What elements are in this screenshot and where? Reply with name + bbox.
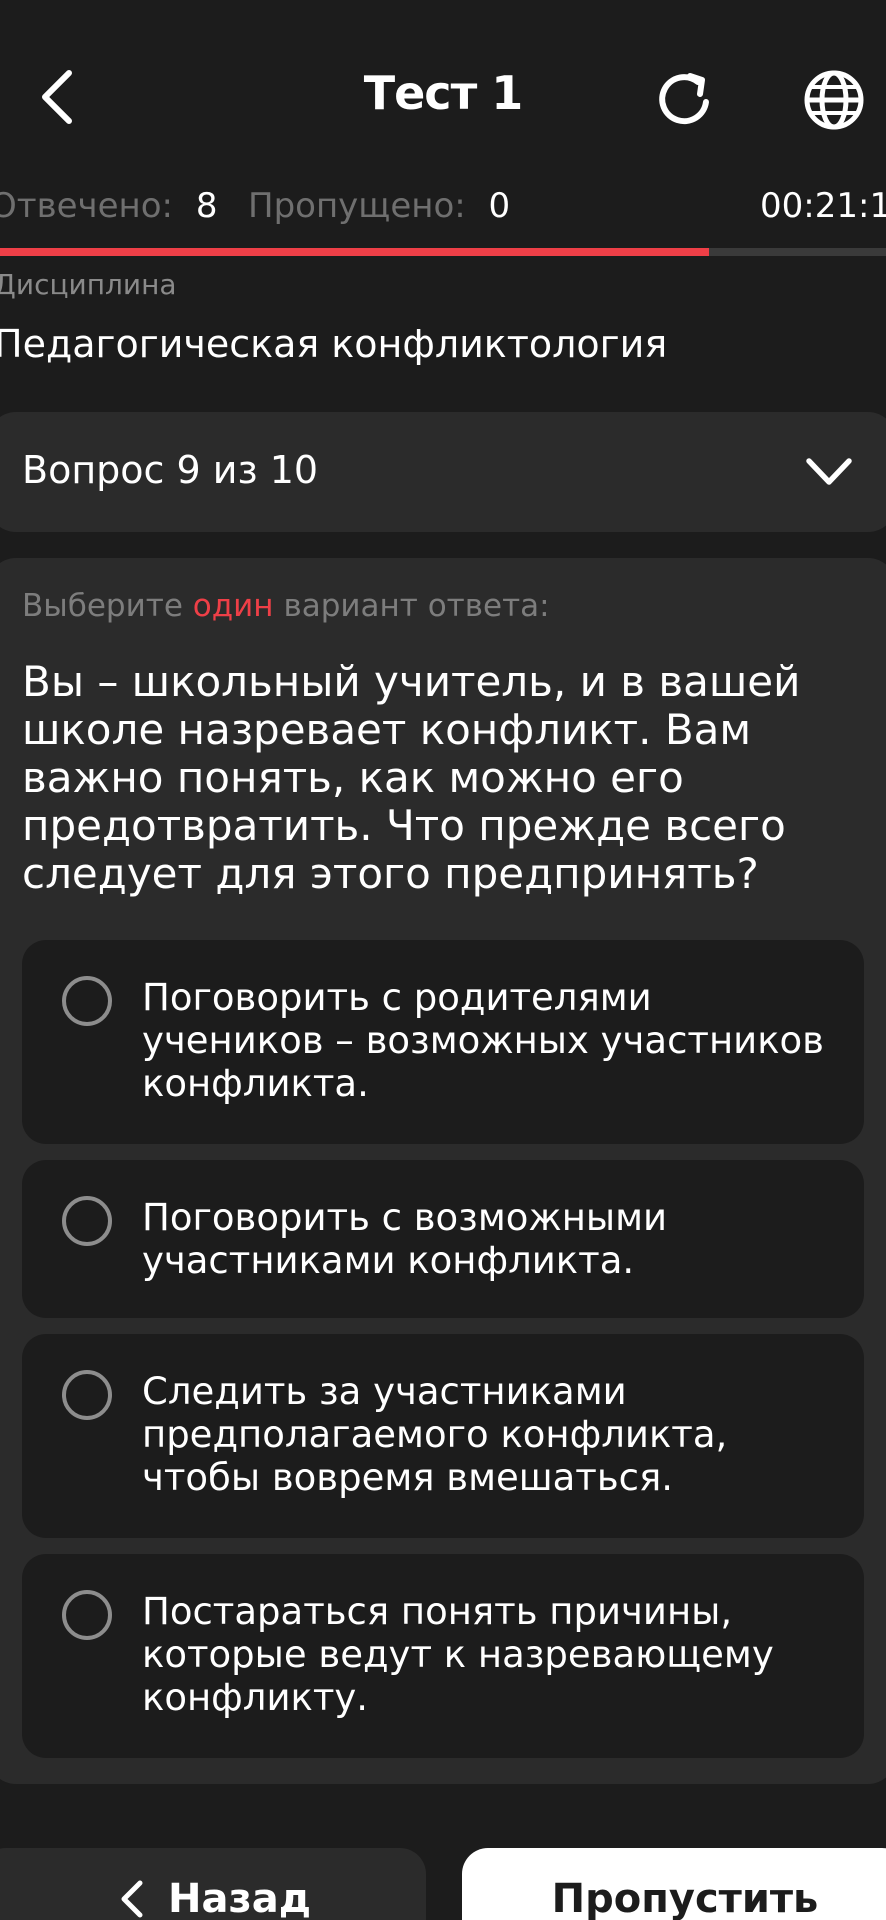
answer-option-text: Поговорить с родителями учеников – возмо…	[142, 976, 824, 1105]
header: Тест 1	[0, 0, 886, 190]
answer-option-text: Постараться понять причины, которые веду…	[142, 1590, 774, 1719]
answer-option-text: Поговорить с возможными участниками конф…	[142, 1196, 668, 1282]
answered-count: 8	[195, 186, 218, 226]
previous-button[interactable]: Назад	[0, 1848, 426, 1920]
answered-label: Отвечено:	[0, 186, 174, 226]
globe-icon	[804, 70, 864, 130]
radio-button[interactable]	[62, 1370, 112, 1420]
previous-button-content: Назад	[120, 1876, 311, 1920]
skipped-stat: Пропущено: 0	[248, 186, 510, 226]
answer-option[interactable]: Поговорить с возможными участниками конф…	[22, 1160, 864, 1318]
radio-button[interactable]	[62, 1196, 112, 1246]
answer-option[interactable]: Постараться понять причины, которые веду…	[22, 1554, 864, 1758]
progress-bar	[0, 248, 886, 256]
question-card: Выберите один вариант ответа: Вы – школь…	[0, 558, 886, 1784]
skip-button[interactable]: Пропустить	[462, 1848, 886, 1920]
radio-button[interactable]	[62, 1590, 112, 1640]
question-counter: Вопрос 9 из 10	[22, 448, 319, 492]
answer-option[interactable]: Поговорить с родителями учеников – возмо…	[22, 940, 864, 1144]
radio-button[interactable]	[62, 976, 112, 1026]
skip-button-label: Пропустить	[551, 1876, 819, 1920]
previous-button-label: Назад	[168, 1876, 312, 1920]
timer: 00:21:12	[760, 186, 886, 226]
answer-instruction: Выберите один вариант ответа:	[22, 588, 550, 624]
answered-stat: Отвечено: 8	[0, 186, 217, 226]
language-button[interactable]	[796, 62, 872, 138]
instruction-prefix: Выберите	[22, 588, 183, 624]
stats-row: Отвечено: 8 Пропущено: 0 00:21:12	[0, 186, 886, 236]
instruction-suffix: вариант ответа:	[283, 588, 550, 624]
skipped-label: Пропущено:	[248, 186, 466, 226]
skipped-count: 0	[488, 186, 511, 226]
instruction-accent: один	[192, 588, 274, 624]
chevron-left-icon	[121, 1880, 143, 1918]
page-title: Тест 1	[363, 66, 524, 120]
reload-icon	[659, 73, 709, 125]
answer-option-text: Следить за участниками предполагаемого к…	[142, 1370, 728, 1499]
answer-option[interactable]: Следить за участниками предполагаемого к…	[22, 1334, 864, 1538]
progress-fill	[0, 248, 709, 256]
test-screen: Тест 1 Отвечено: 8 Пропущено: 0 00:21:1 …	[0, 0, 886, 1920]
discipline-name: Педагогическая конфликтология	[0, 322, 668, 366]
question-selector[interactable]: Вопрос 9 из 10	[0, 412, 886, 532]
question-text: Вы – школьный учитель, и в вашей школе н…	[22, 657, 801, 898]
discipline-label: Дисциплина	[0, 268, 177, 301]
reload-button[interactable]	[648, 62, 724, 138]
chevron-down-icon	[804, 452, 854, 492]
